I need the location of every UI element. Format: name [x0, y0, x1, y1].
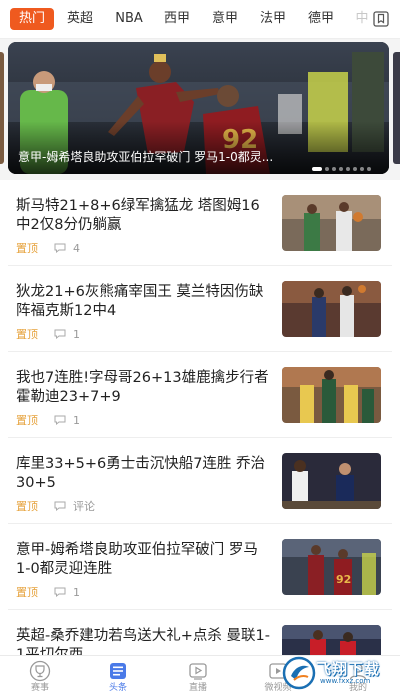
pinned-tag: 置顶: [16, 328, 38, 341]
tab-serie-a[interactable]: 意甲: [211, 9, 239, 29]
news-meta: 置顶 1: [16, 414, 80, 428]
nav-label: 头条: [108, 683, 127, 693]
news-item[interactable]: 斯马特21+8+6绿军擒猛龙 塔图姆16中2仅8分仍躺赢 置顶 4: [0, 180, 400, 266]
news-thumbnail: 92: [282, 539, 381, 595]
trophy-icon: [29, 660, 51, 682]
nav-label: 直播: [188, 683, 207, 693]
carousel-dot: [353, 167, 357, 171]
pinned-tag: 置顶: [16, 414, 38, 427]
hero-carousel[interactable]: 92 意甲-姆希塔良助攻亚伯拉罕破门 罗马1-0都灵...: [8, 42, 389, 174]
news-title: 库里33+5+6勇士击沉快船7连胜 乔治30+5: [16, 456, 266, 491]
news-meta: 置顶 1: [16, 328, 80, 342]
tab-bundesliga[interactable]: 德甲: [307, 9, 335, 29]
news-title: 英超-桑乔建功若鸟送大礼+点杀 曼联1-1平切尔西: [16, 628, 270, 655]
news-thumbnail: [282, 195, 381, 251]
nav-label: 赛事: [30, 683, 49, 693]
carousel-caption: 意甲-姆希塔良助攻亚伯拉罕破门 罗马1-0都灵...: [18, 150, 274, 164]
pinned-tag: 置顶: [16, 586, 38, 599]
news-item[interactable]: 意甲-姆希塔良助攻亚伯拉罕破门 罗马1-0都灵迎连胜 置顶 1 92: [0, 524, 400, 610]
news-thumbnail: [282, 625, 381, 655]
news-thumbnail: [282, 453, 381, 509]
news-meta: 置顶 4: [16, 242, 80, 256]
watermark-text: 飞翔下载: [316, 660, 381, 678]
carousel-dot: [360, 167, 364, 171]
news-icon: [110, 663, 126, 679]
tab-ligue-1[interactable]: 法甲: [259, 9, 287, 29]
carousel-dot: [346, 167, 350, 171]
news-item[interactable]: 库里33+5+6勇士击沉快船7连胜 乔治30+5 置顶 评论: [0, 438, 400, 524]
nav-headlines[interactable]: 头条: [78, 658, 158, 696]
news-title: 狄龙21+6灰熊痛宰国王 莫兰特因伤缺阵福克斯12中4: [16, 284, 264, 319]
carousel-next-peek[interactable]: [393, 52, 400, 164]
pinned-tag: 置顶: [16, 242, 38, 255]
tab-nba[interactable]: NBA: [114, 9, 144, 29]
news-feed: 斯马特21+8+6绿军擒猛龙 塔图姆16中2仅8分仍躺赢 置顶 4 狄龙21+6…: [0, 180, 400, 655]
comment-count: 评论: [73, 500, 95, 513]
news-title: 斯马特21+8+6绿军擒猛龙 塔图姆16中2仅8分仍躺赢: [16, 198, 260, 233]
news-thumbnail: [282, 367, 381, 423]
comment-icon: [54, 415, 65, 425]
carousel-prev-peek[interactable]: [0, 52, 4, 164]
carousel-indicator: [309, 156, 371, 171]
svg-text:92: 92: [336, 573, 351, 586]
carousel-dot: [367, 167, 371, 171]
news-title: 我也7连胜!字母哥26+13雄鹿擒步行者 霍勒迪23+7+9: [16, 370, 269, 405]
carousel-dot: [339, 167, 343, 171]
comment-icon: [54, 501, 65, 511]
news-item[interactable]: 英超-桑乔建功若鸟送大礼+点杀 曼联1-1平切尔西: [0, 610, 400, 655]
channel-tab-bar: 热门 英超 NBA 西甲 意甲 法甲 德甲 中: [0, 0, 400, 39]
site-watermark: 飞翔下载 www.fxxz.com: [282, 652, 394, 692]
carousel-dot: [325, 167, 329, 171]
comment-count: 1: [73, 328, 80, 341]
tab-hot[interactable]: 热门: [10, 8, 54, 30]
watermark-logo-icon: [282, 656, 316, 690]
news-item[interactable]: 狄龙21+6灰熊痛宰国王 莫兰特因伤缺阵福克斯12中4 置顶 1: [0, 266, 400, 352]
comment-icon: [54, 587, 65, 597]
tab-csl[interactable]: 中: [355, 9, 369, 29]
carousel-dot: [332, 167, 336, 171]
nav-events[interactable]: 赛事: [0, 658, 80, 696]
news-title: 意甲-姆希塔良助攻亚伯拉罕破门 罗马1-0都灵迎连胜: [16, 542, 258, 577]
tab-la-liga[interactable]: 西甲: [163, 9, 191, 29]
tab-premier-league[interactable]: 英超: [66, 9, 94, 29]
news-item[interactable]: 我也7连胜!字母哥26+13雄鹿擒步行者 霍勒迪23+7+9 置顶 1: [0, 352, 400, 438]
news-meta: 置顶 评论: [16, 500, 95, 514]
pinned-tag: 置顶: [16, 500, 38, 513]
news-thumbnail: [282, 281, 381, 337]
comment-count: 4: [73, 242, 80, 255]
comment-count: 1: [73, 586, 80, 599]
watermark-url: www.fxxz.com: [320, 677, 371, 685]
comment-icon: [54, 243, 65, 253]
news-meta: 置顶 1: [16, 586, 80, 600]
comment-icon: [54, 329, 65, 339]
bookmark-icon[interactable]: [372, 10, 390, 28]
carousel-dot: [312, 167, 322, 171]
play-icon: [189, 663, 207, 680]
comment-count: 1: [73, 414, 80, 427]
nav-live[interactable]: 直播: [158, 658, 238, 696]
